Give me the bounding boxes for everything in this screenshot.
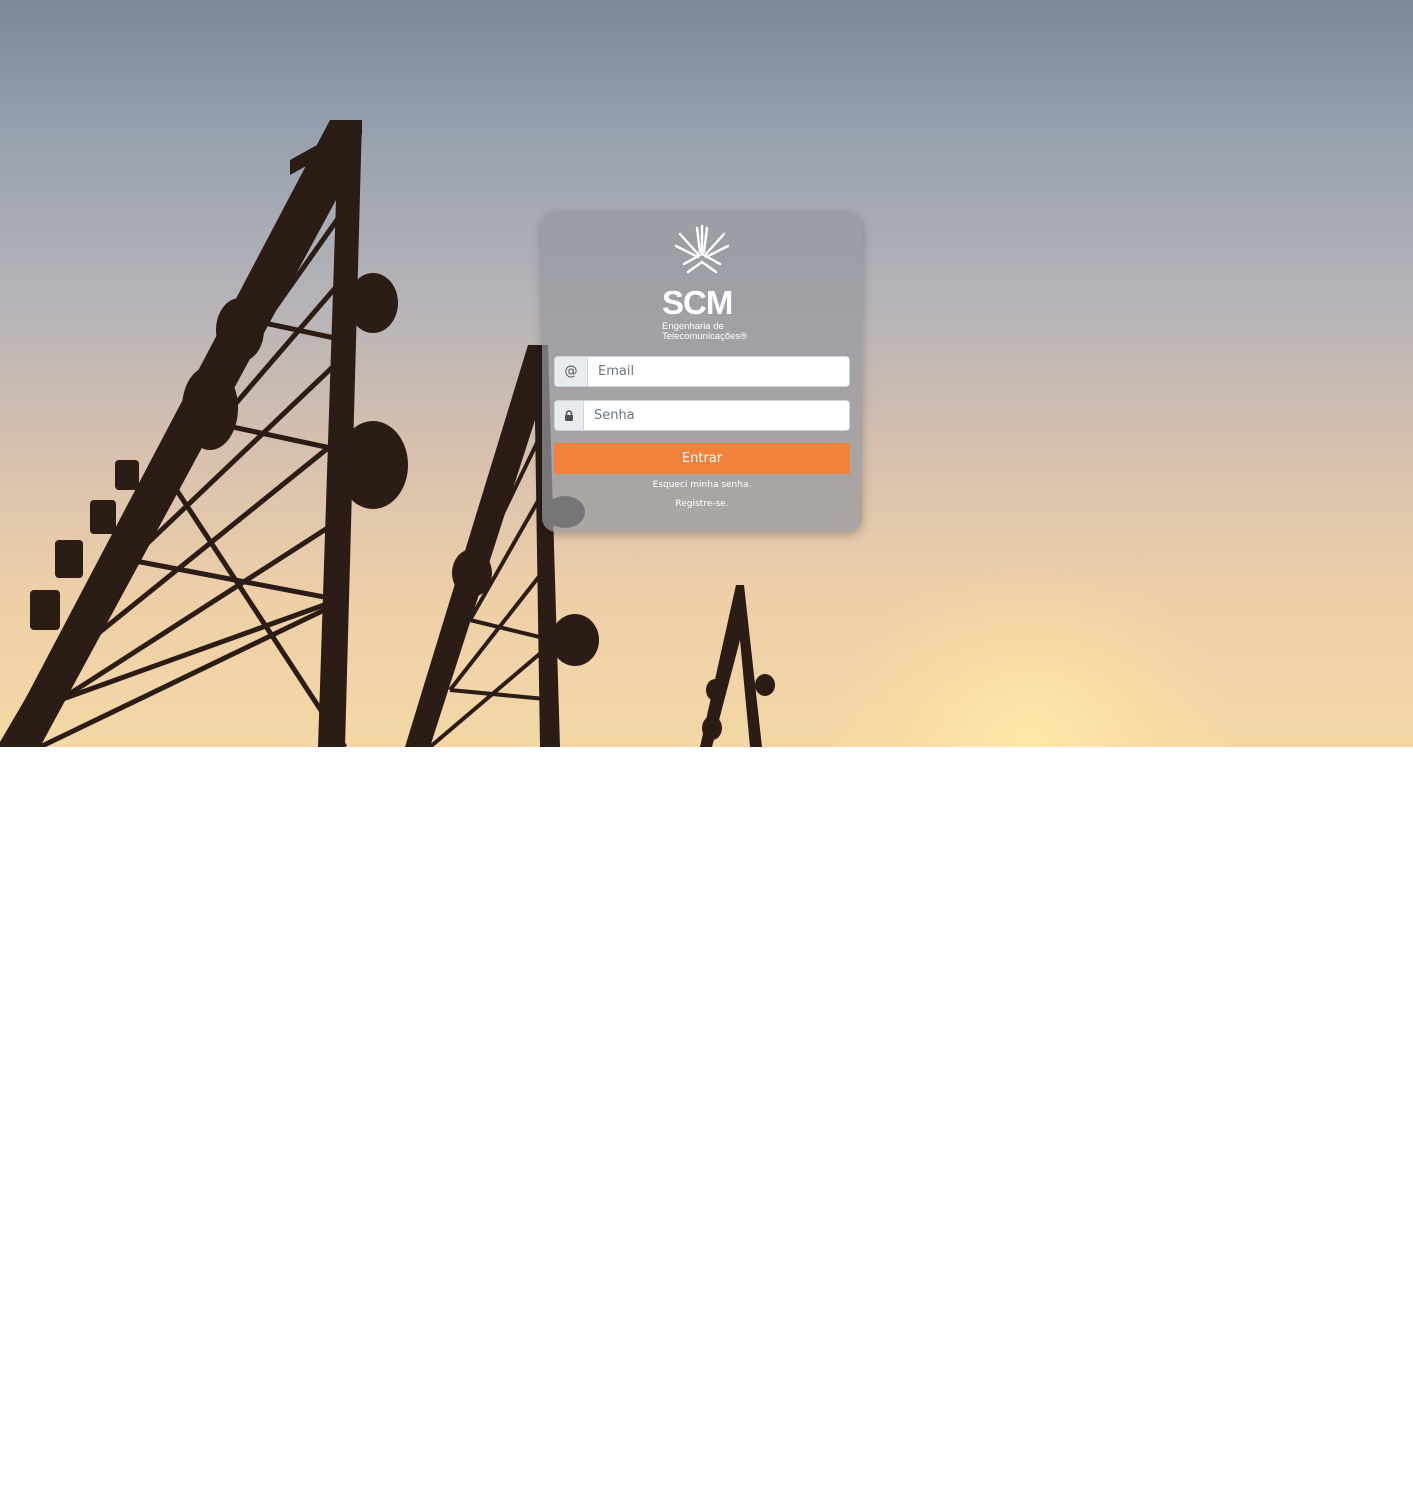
login-card: SCM Engenharia de Telecomunicações® @ En…: [542, 212, 862, 532]
password-input[interactable]: [584, 401, 849, 430]
brand-name: SCM: [662, 284, 733, 321]
scm-fan-logo-icon: [674, 224, 730, 274]
login-button[interactable]: Entrar: [554, 443, 850, 474]
lock-icon: [555, 401, 584, 430]
password-field-group: [554, 400, 850, 431]
brand-logo: SCM Engenharia de Telecomunicações®: [660, 224, 750, 342]
brand-subtitle-line2: Telecomunicações®: [662, 331, 748, 342]
brand-subtitle: Engenharia de Telecomunicações®: [662, 322, 747, 342]
at-sign-addon: @: [555, 357, 588, 386]
email-field-group: @: [554, 356, 850, 387]
email-input[interactable]: [588, 357, 849, 386]
forgot-password-link[interactable]: Esqueci minha senha.: [542, 480, 862, 490]
register-link[interactable]: Registre-se.: [542, 499, 862, 509]
